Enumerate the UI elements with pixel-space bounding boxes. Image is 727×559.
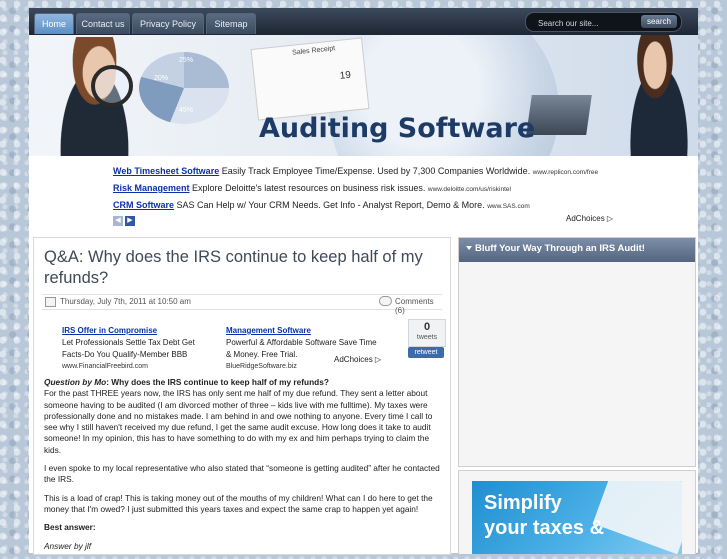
comments-link[interactable]: Comments (6) [395,297,442,315]
receipt-graphic: Sales Receipt 19 [250,37,370,121]
ad-title-link[interactable]: Risk Management [113,183,190,193]
post-article: Q&A: Why does the IRS continue to keep h… [33,237,451,555]
receipt-number: 19 [339,69,352,82]
adchoices-label: AdChoices [334,355,373,364]
post-paragraph: This is a load of crap! This is taking m… [44,492,433,514]
pie-label: 20% [154,75,169,82]
inline-ad-title[interactable]: IRS Offer in Compromise [62,325,217,337]
ad-text: Easily Track Employee Time/Expense. Used… [221,166,531,176]
search-button[interactable]: search [640,15,677,28]
search-box: search [525,12,682,32]
page-container: Home Contact us Privacy Policy Sitemap s… [29,8,698,555]
post-title[interactable]: Q&A: Why does the IRS continue to keep h… [44,247,424,289]
receipt-title: Sales Receipt [291,45,336,57]
calendar-icon [45,297,56,307]
comment-icon [379,296,392,306]
site-title: Auditing Software [259,113,536,144]
promo-banner[interactable]: Simplify your taxes & [472,481,682,554]
sidebar-widget-header[interactable]: Bluff Your Way Through an IRS Audit! [459,238,695,262]
ad-title-link[interactable]: CRM Software [113,200,174,210]
ad-url[interactable]: www.deloitte.com/us/riskintel [428,186,511,193]
ad-title-link[interactable]: Web Timesheet Software [113,166,219,176]
post-paragraph: For the past THREE years now, the IRS ha… [44,388,433,455]
post-paragraph: I even spoke to my local representative … [44,463,440,485]
adchoices-icon: ▷ [606,214,614,223]
magnifier-icon [91,65,133,107]
retweet-button[interactable]: retweet [408,347,444,358]
pie-label: 45% [179,107,194,114]
inline-ad-title[interactable]: Management Software [226,325,381,337]
tweet-counter: 0 tweets [408,319,446,347]
question-text: : Why does the IRS continue to keep half… [106,377,329,387]
post-meta: Thursday, July 7th, 2011 at 10:50 am Com… [42,294,442,315]
adchoices-link[interactable]: AdChoices ▷ [334,355,381,364]
sidebar-ad-widget: Simplify your taxes & [458,470,696,554]
ad-link-row: Web Timesheet Software Easily Track Empl… [113,164,653,181]
header-banner: 25% 20% 45% Sales Receipt 19 Auditing So… [29,35,698,156]
promo-line: your taxes & [484,517,605,539]
chevron-down-icon [466,246,472,250]
prev-arrow-icon[interactable]: ◀ [113,216,123,226]
adchoices-icon: ▷ [374,355,382,364]
top-nav: Home Contact us Privacy Policy Sitemap s… [29,8,698,35]
ad-url[interactable]: www.replicon.com/free [533,169,598,176]
tweet-label: tweets [416,334,438,341]
laptop-graphic [526,95,592,135]
next-arrow-icon[interactable]: ▶ [125,216,135,226]
paper-graphic [592,481,682,554]
inline-ad: IRS Offer in Compromise Let Professional… [62,325,217,373]
sidebar-widget-title: Bluff Your Way Through an IRS Audit! [475,243,645,254]
adchoices-label: AdChoices [566,214,605,223]
ad-pager: ◀ ▶ [113,214,137,226]
nav-sitemap[interactable]: Sitemap [206,13,256,34]
ad-text: SAS Can Help w/ Your CRM Needs. Get Info… [176,200,485,210]
inline-ad-url[interactable]: www.FinancialFreebird.com [62,361,217,373]
nav-home[interactable]: Home [34,13,74,34]
tweet-count: 0 [423,321,431,333]
promo-text: Simplify your taxes & [484,491,604,541]
inline-ad: Management Software Powerful & Affordabl… [226,325,381,373]
pie-label: 25% [179,57,194,64]
question-line: Question by Mo: Why does the IRS continu… [44,377,442,388]
ad-link-row: Risk Management Explore Deloitte's lates… [113,181,653,198]
nav-privacy-policy[interactable]: Privacy Policy [132,13,204,34]
sidebar-widget: Bluff Your Way Through an IRS Audit! [458,237,696,467]
ad-text: Explore Deloitte's latest resources on b… [192,183,426,193]
post-date: Thursday, July 7th, 2011 at 10:50 am [60,297,191,306]
best-answer-label: Best answer: [44,522,96,533]
inline-ad-text: Let Professionals Settle Tax Debt Get Fa… [62,338,195,359]
woman-photo-right [619,35,698,156]
answer-by: Answer by jlf [44,540,92,551]
question-prefix: Question by Mo [44,377,107,387]
search-input[interactable] [536,15,640,31]
ad-links: Web Timesheet Software Easily Track Empl… [113,164,653,215]
post-body: Question by Mo: Why does the IRS continu… [44,377,442,559]
ad-url[interactable]: www.SAS.com [487,203,530,210]
adchoices-link[interactable]: AdChoices ▷ [566,214,613,223]
nav-contact-us[interactable]: Contact us [76,13,130,34]
ad-link-row: CRM Software SAS Can Help w/ Your CRM Ne… [113,198,653,215]
promo-line: Simplify [484,492,562,514]
